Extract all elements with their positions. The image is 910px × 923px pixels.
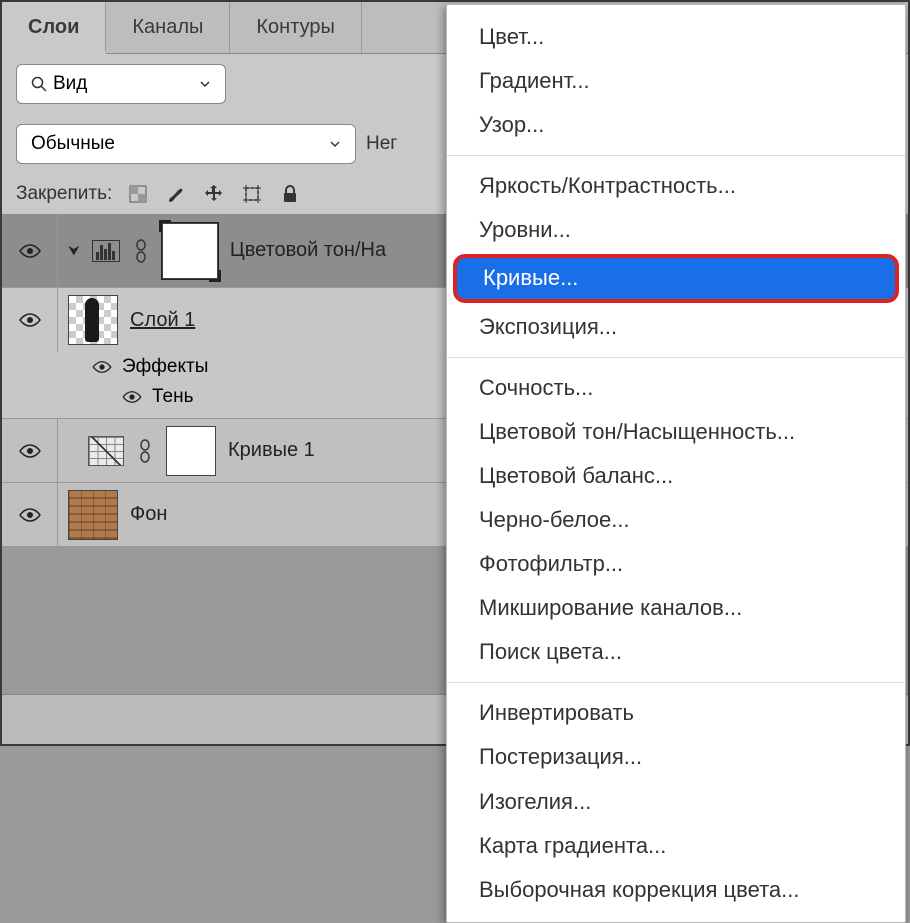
lock-brush-icon[interactable] [164,182,188,206]
layer-mask-thumb[interactable] [162,223,218,279]
menu-gradient-map[interactable]: Карта градиента... [447,824,905,868]
layer-mask-thumb[interactable] [166,426,216,476]
menu-hue-saturation[interactable]: Цветовой тон/Насыщенность... [447,410,905,454]
lock-artboard-icon[interactable] [240,182,264,206]
lock-label: Закрепить: [16,183,112,205]
menu-black-white[interactable]: Черно-белое... [447,498,905,542]
opacity-label: Нег [366,133,397,155]
chevron-down-icon [329,138,341,150]
menu-vibrance[interactable]: Сочность... [447,366,905,410]
menu-levels[interactable]: Уровни... [447,208,905,252]
visibility-icon[interactable] [92,360,112,374]
curves-adj-icon [88,436,124,466]
visibility-icon[interactable] [19,507,41,523]
filter-label: Вид [53,73,87,95]
menu-color-lookup[interactable]: Поиск цвета... [447,630,905,674]
lock-all-icon[interactable] [278,182,302,206]
menu-invert[interactable]: Инвертировать [447,691,905,735]
visibility-icon[interactable] [122,390,142,404]
visibility-icon[interactable] [19,443,41,459]
lock-transparency-icon[interactable] [126,182,150,206]
menu-separator [447,682,905,683]
layer-name-label[interactable]: Слой 1 [130,309,195,332]
blend-mode-dropdown[interactable]: Обычные [16,124,356,164]
layer-thumb[interactable] [68,295,118,345]
menu-separator [447,155,905,156]
layer-thumb[interactable] [68,490,118,540]
blend-mode-label: Обычные [31,133,115,155]
effects-label: Эффекты [122,356,208,378]
menu-photo-filter[interactable]: Фотофильтр... [447,542,905,586]
tab-paths[interactable]: Контуры [230,2,361,53]
chevron-down-icon [199,78,211,90]
visibility-icon[interactable] [19,243,41,259]
menu-selective-color[interactable]: Выборочная коррекция цвета... [447,868,905,912]
menu-brightness-contrast[interactable]: Яркость/Контрастность... [447,164,905,208]
menu-gradient[interactable]: Градиент... [447,59,905,103]
tab-channels[interactable]: Каналы [106,2,230,53]
link-mask-icon[interactable] [132,239,150,263]
layer-name-label[interactable]: Кривые 1 [228,439,315,462]
menu-color-balance[interactable]: Цветовой баланс... [447,454,905,498]
menu-posterize[interactable]: Постеризация... [447,735,905,779]
menu-separator [447,357,905,358]
menu-threshold[interactable]: Изогелия... [447,780,905,824]
tab-layers[interactable]: Слои [2,2,106,54]
layer-name-label[interactable]: Фон [130,503,167,526]
menu-solid-color[interactable]: Цвет... [447,15,905,59]
menu-curves[interactable]: Кривые... [453,254,899,302]
menu-pattern[interactable]: Узор... [447,103,905,147]
search-icon [31,76,47,92]
link-mask-icon[interactable] [136,439,154,463]
menu-channel-mixer[interactable]: Микширование каналов... [447,586,905,630]
hue-sat-adj-icon [92,240,120,262]
expand-icon[interactable]: ⮟ [68,242,80,259]
layer-filter-dropdown[interactable]: Вид [16,64,226,104]
lock-position-icon[interactable] [202,182,226,206]
menu-exposure[interactable]: Экспозиция... [447,305,905,349]
visibility-icon[interactable] [19,312,41,328]
layer-name-label[interactable]: Цветовой тон/На [230,239,386,262]
shadow-label: Тень [152,386,194,408]
adjustment-layer-menu: Цвет... Градиент... Узор... Яркость/Конт… [446,4,906,923]
